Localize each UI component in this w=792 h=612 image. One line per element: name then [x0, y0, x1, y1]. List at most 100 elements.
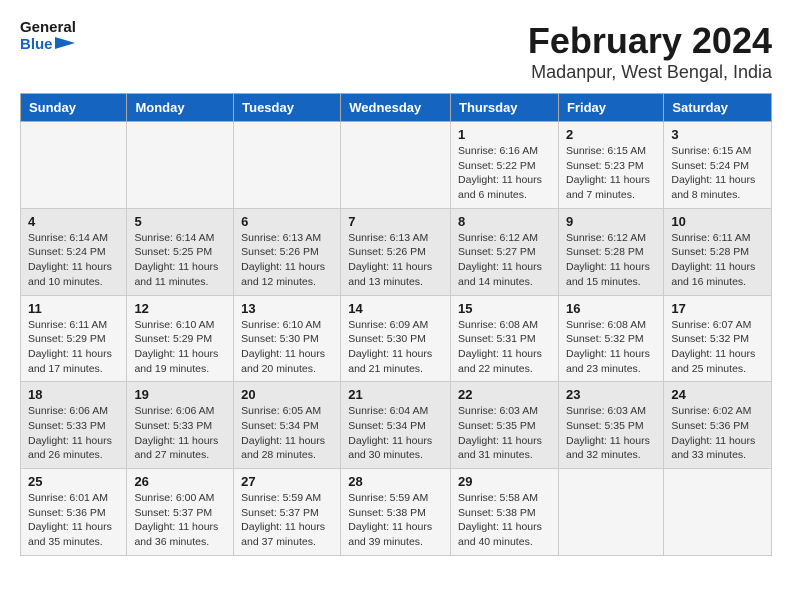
day-info: Sunrise: 6:09 AM Sunset: 5:30 PM Dayligh…	[348, 318, 443, 377]
page-header: General Blue February 2024 Madanpur, Wes…	[20, 20, 772, 83]
calendar-cell: 19Sunrise: 6:06 AM Sunset: 5:33 PM Dayli…	[127, 382, 234, 469]
calendar-cell: 9 Sunrise: 6:12 AM Sunset: 5:28 PM Daylig…	[558, 208, 663, 295]
page-subtitle: Madanpur, West Bengal, India	[528, 62, 772, 83]
calendar-cell: 27 Sunrise: 5:59 AM Sunset: 5:37 PM Dayli…	[234, 469, 341, 556]
calendar-cell: 6 Sunrise: 6:13 AM Sunset: 5:26 PM Daylig…	[234, 208, 341, 295]
day-info: Sunrise: 6:03 AM Sunset: 5:35 PM Dayligh…	[458, 404, 551, 463]
day-info: Sunrise: 6:10 AM Sunset: 5:30 PM Dayligh…	[241, 318, 333, 377]
calendar-cell: 26Sunrise: 6:00 AM Sunset: 5:37 PM Dayli…	[127, 469, 234, 556]
calendar-cell: 28Sunrise: 5:59 AM Sunset: 5:38 PM Dayli…	[341, 469, 451, 556]
calendar-week-row: 1 Sunrise: 6:16 AM Sunset: 5:22 PM Daylig…	[21, 122, 772, 209]
calendar-cell: 25 Sunrise: 6:01 AM Sunset: 5:36 PM Dayli…	[21, 469, 127, 556]
day-info: Sunrise: 6:15 AM Sunset: 5:24 PM Dayligh…	[671, 144, 764, 203]
day-info: Sunrise: 6:14 AM Sunset: 5:25 PM Dayligh…	[134, 231, 226, 290]
calendar-week-row: 11Sunrise: 6:11 AM Sunset: 5:29 PM Dayli…	[21, 295, 772, 382]
calendar-cell: 16 Sunrise: 6:08 AM Sunset: 5:32 PM Dayli…	[558, 295, 663, 382]
day-info: Sunrise: 6:02 AM Sunset: 5:36 PM Dayligh…	[671, 404, 764, 463]
day-number: 25	[28, 474, 119, 489]
calendar-body: 1 Sunrise: 6:16 AM Sunset: 5:22 PM Daylig…	[21, 122, 772, 556]
column-header-saturday: Saturday	[664, 94, 772, 122]
day-info: Sunrise: 6:05 AM Sunset: 5:34 PM Dayligh…	[241, 404, 333, 463]
day-number: 22	[458, 387, 551, 402]
day-number: 9	[566, 214, 656, 229]
day-info: Sunrise: 6:12 AM Sunset: 5:28 PM Dayligh…	[566, 231, 656, 290]
day-info: Sunrise: 5:59 AM Sunset: 5:37 PM Dayligh…	[241, 491, 333, 550]
day-number: 14	[348, 301, 443, 316]
calendar-cell	[341, 122, 451, 209]
calendar-cell: 2 Sunrise: 6:15 AM Sunset: 5:23 PM Daylig…	[558, 122, 663, 209]
day-info: Sunrise: 6:16 AM Sunset: 5:22 PM Dayligh…	[458, 144, 551, 203]
day-number: 6	[241, 214, 333, 229]
day-info: Sunrise: 6:08 AM Sunset: 5:31 PM Dayligh…	[458, 318, 551, 377]
day-info: Sunrise: 6:00 AM Sunset: 5:37 PM Dayligh…	[134, 491, 226, 550]
day-number: 17	[671, 301, 764, 316]
day-info: Sunrise: 6:01 AM Sunset: 5:36 PM Dayligh…	[28, 491, 119, 550]
day-number: 15	[458, 301, 551, 316]
day-info: Sunrise: 6:08 AM Sunset: 5:32 PM Dayligh…	[566, 318, 656, 377]
column-header-tuesday: Tuesday	[234, 94, 341, 122]
day-info: Sunrise: 5:58 AM Sunset: 5:38 PM Dayligh…	[458, 491, 551, 550]
calendar-cell: 4 Sunrise: 6:14 AM Sunset: 5:24 PM Daylig…	[21, 208, 127, 295]
calendar-cell	[127, 122, 234, 209]
calendar-cell: 14 Sunrise: 6:09 AM Sunset: 5:30 PM Dayli…	[341, 295, 451, 382]
calendar-cell: 12 Sunrise: 6:10 AM Sunset: 5:29 PM Dayli…	[127, 295, 234, 382]
column-header-monday: Monday	[127, 94, 234, 122]
day-info: Sunrise: 6:13 AM Sunset: 5:26 PM Dayligh…	[241, 231, 333, 290]
day-number: 19	[134, 387, 226, 402]
day-number: 29	[458, 474, 551, 489]
calendar-cell: 11Sunrise: 6:11 AM Sunset: 5:29 PM Dayli…	[21, 295, 127, 382]
day-number: 7	[348, 214, 443, 229]
day-number: 8	[458, 214, 551, 229]
day-info: Sunrise: 6:11 AM Sunset: 5:28 PM Dayligh…	[671, 231, 764, 290]
calendar-cell: 23Sunrise: 6:03 AM Sunset: 5:35 PM Dayli…	[558, 382, 663, 469]
page-title: February 2024	[528, 20, 772, 62]
day-number: 16	[566, 301, 656, 316]
day-info: Sunrise: 6:11 AM Sunset: 5:29 PM Dayligh…	[28, 318, 119, 377]
calendar-week-row: 25 Sunrise: 6:01 AM Sunset: 5:36 PM Dayli…	[21, 469, 772, 556]
day-number: 27	[241, 474, 333, 489]
day-number: 18	[28, 387, 119, 402]
calendar-cell	[664, 469, 772, 556]
calendar-cell: 17 Sunrise: 6:07 AM Sunset: 5:32 PM Dayli…	[664, 295, 772, 382]
day-number: 4	[28, 214, 119, 229]
column-header-wednesday: Wednesday	[341, 94, 451, 122]
day-number: 12	[134, 301, 226, 316]
day-number: 20	[241, 387, 333, 402]
calendar-cell: 13Sunrise: 6:10 AM Sunset: 5:30 PM Dayli…	[234, 295, 341, 382]
calendar-cell: 8Sunrise: 6:12 AM Sunset: 5:27 PM Daylig…	[451, 208, 559, 295]
day-info: Sunrise: 6:04 AM Sunset: 5:34 PM Dayligh…	[348, 404, 443, 463]
calendar-cell: 20 Sunrise: 6:05 AM Sunset: 5:34 PM Dayli…	[234, 382, 341, 469]
calendar-cell: 18 Sunrise: 6:06 AM Sunset: 5:33 PM Dayli…	[21, 382, 127, 469]
day-info: Sunrise: 6:14 AM Sunset: 5:24 PM Dayligh…	[28, 231, 119, 290]
day-number: 21	[348, 387, 443, 402]
day-info: Sunrise: 6:06 AM Sunset: 5:33 PM Dayligh…	[28, 404, 119, 463]
calendar-week-row: 18 Sunrise: 6:06 AM Sunset: 5:33 PM Dayli…	[21, 382, 772, 469]
calendar-cell: 29 Sunrise: 5:58 AM Sunset: 5:38 PM Dayli…	[451, 469, 559, 556]
day-number: 3	[671, 127, 764, 142]
day-number: 1	[458, 127, 551, 142]
day-info: Sunrise: 6:13 AM Sunset: 5:26 PM Dayligh…	[348, 231, 443, 290]
calendar-cell	[234, 122, 341, 209]
day-info: Sunrise: 6:10 AM Sunset: 5:29 PM Dayligh…	[134, 318, 226, 377]
calendar-cell	[21, 122, 127, 209]
calendar-cell: 24Sunrise: 6:02 AM Sunset: 5:36 PM Dayli…	[664, 382, 772, 469]
calendar-table: SundayMondayTuesdayWednesdayThursdayFrid…	[20, 93, 772, 556]
day-info: Sunrise: 6:03 AM Sunset: 5:35 PM Dayligh…	[566, 404, 656, 463]
calendar-cell	[558, 469, 663, 556]
day-info: Sunrise: 6:15 AM Sunset: 5:23 PM Dayligh…	[566, 144, 656, 203]
day-number: 10	[671, 214, 764, 229]
calendar-cell: 3 Sunrise: 6:15 AM Sunset: 5:24 PM Daylig…	[664, 122, 772, 209]
logo-box: General Blue	[20, 20, 76, 53]
calendar-cell: 15 Sunrise: 6:08 AM Sunset: 5:31 PM Dayli…	[451, 295, 559, 382]
column-header-friday: Friday	[558, 94, 663, 122]
day-info: Sunrise: 6:07 AM Sunset: 5:32 PM Dayligh…	[671, 318, 764, 377]
calendar-cell: 22 Sunrise: 6:03 AM Sunset: 5:35 PM Dayli…	[451, 382, 559, 469]
column-header-thursday: Thursday	[451, 94, 559, 122]
calendar-cell: 1 Sunrise: 6:16 AM Sunset: 5:22 PM Daylig…	[451, 122, 559, 209]
calendar-header-row: SundayMondayTuesdayWednesdayThursdayFrid…	[21, 94, 772, 122]
logo: General Blue	[20, 20, 76, 53]
day-number: 2	[566, 127, 656, 142]
title-block: February 2024 Madanpur, West Bengal, Ind…	[528, 20, 772, 83]
day-number: 5	[134, 214, 226, 229]
logo-general: General	[20, 20, 76, 37]
